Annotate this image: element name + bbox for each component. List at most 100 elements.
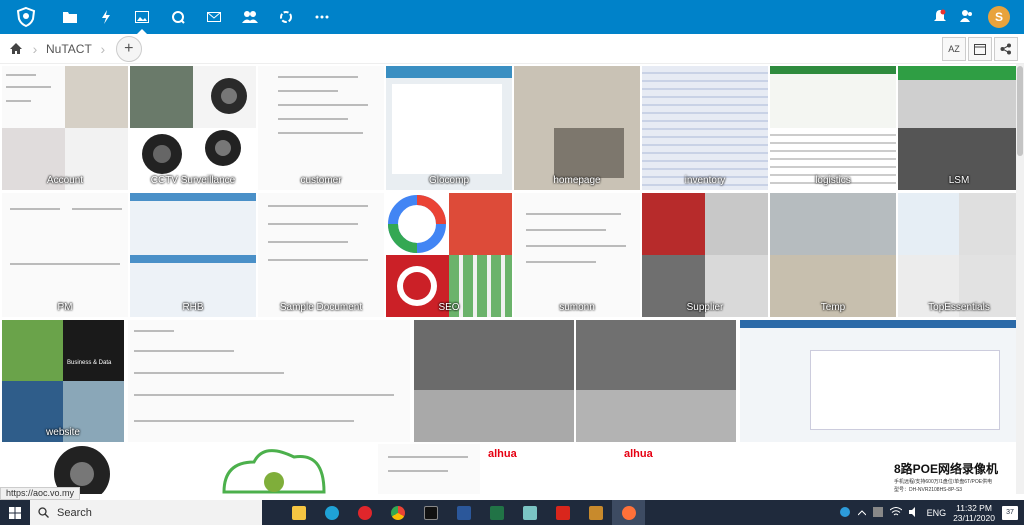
poe-title-text: 8路POE网络录像机: [894, 462, 999, 476]
user-avatar[interactable]: S: [988, 6, 1010, 28]
album-label: Sample Document: [279, 302, 363, 313]
contacts-menu-icon[interactable]: [960, 9, 974, 25]
album-label: Supplier: [686, 302, 724, 313]
more-icon[interactable]: [304, 0, 340, 34]
alhua-text: alhua: [488, 448, 517, 460]
windows-start-icon[interactable]: [0, 500, 30, 525]
album-tile[interactable]: Account: [2, 66, 128, 190]
album-tile[interactable]: logistics: [770, 66, 896, 190]
opera-icon[interactable]: [348, 500, 381, 525]
album-tile[interactable]: TopEssentials: [898, 193, 1020, 317]
contacts-icon[interactable]: [232, 0, 268, 34]
image-tile[interactable]: [378, 444, 480, 494]
breadcrumb: › NuTACT › + AZ: [0, 34, 1024, 64]
album-label: customer: [300, 175, 342, 186]
album-tile[interactable]: Sample Document: [258, 193, 384, 317]
chrome-icon[interactable]: [381, 500, 414, 525]
taskbar-search[interactable]: Search: [30, 500, 262, 525]
sort-name-button[interactable]: AZ: [942, 37, 966, 61]
share-button[interactable]: [994, 37, 1018, 61]
album-tile[interactable]: Supplier: [642, 193, 768, 317]
package-icon[interactable]: [579, 500, 612, 525]
album-tile[interactable]: SEO: [386, 193, 512, 317]
acrobat-icon[interactable]: [546, 500, 579, 525]
terminal-icon[interactable]: [414, 500, 447, 525]
album-tile[interactable]: CCTV Surveillance: [130, 66, 256, 190]
album-tile[interactable]: LSM: [898, 66, 1020, 190]
image-tile[interactable]: [740, 320, 1016, 442]
home-icon[interactable]: [2, 34, 30, 64]
chevron-up-icon[interactable]: [857, 508, 866, 518]
breadcrumb-folder[interactable]: NuTACT: [40, 42, 98, 56]
album-label: homepage: [553, 175, 601, 186]
top-app-bar: S: [0, 0, 1024, 34]
album-tile[interactable]: sumonn: [514, 193, 640, 317]
image-tile[interactable]: [576, 320, 736, 442]
file-explorer-icon[interactable]: [282, 500, 315, 525]
firefox-icon[interactable]: [612, 500, 645, 525]
mail-icon[interactable]: [196, 0, 232, 34]
tray-app-icon[interactable]: [872, 506, 883, 519]
album-label: Glocomp: [428, 175, 469, 186]
volume-icon[interactable]: [908, 506, 920, 519]
album-tile[interactable]: Glocomp: [386, 66, 512, 190]
album-label: sumonn: [559, 302, 595, 313]
album-label: TopEssentials: [928, 302, 990, 313]
image-tile[interactable]: alhua: [482, 444, 614, 494]
scrollbar[interactable]: [1016, 64, 1024, 494]
image-tile[interactable]: alhua: [618, 444, 742, 494]
language-indicator[interactable]: ENG: [927, 508, 947, 518]
nextcloud-logo-icon[interactable]: [0, 0, 52, 34]
album-label: Temp: [820, 302, 846, 313]
add-button[interactable]: +: [115, 35, 142, 62]
clock[interactable]: 11:32 PM 23/11/2020: [953, 503, 995, 523]
windows-taskbar: Search ENG 11:32 PM 23/11/2020 37: [0, 500, 1024, 525]
alhua-text: alhua: [624, 448, 653, 460]
image-tile[interactable]: [128, 320, 410, 442]
edge-icon[interactable]: [315, 500, 348, 525]
poe-model-text: 型号：DH-NVR2108HS-8P-S3: [894, 487, 963, 493]
chevron-right-icon: ›: [32, 40, 38, 57]
network-icon[interactable]: [889, 506, 902, 519]
album-label: inventory: [684, 175, 726, 186]
search-placeholder: Search: [57, 506, 92, 519]
album-tile[interactable]: homepage: [514, 66, 640, 190]
notifications-icon[interactable]: [934, 9, 946, 26]
circles-icon[interactable]: [268, 0, 304, 34]
album-tile[interactable]: Temp: [770, 193, 896, 317]
album-label: SEO: [438, 302, 460, 313]
status-url: https://aoc.vo.my: [0, 487, 81, 500]
image-tile[interactable]: [174, 444, 374, 494]
album-label: logistics: [815, 175, 851, 186]
activity-icon[interactable]: [88, 0, 124, 34]
excel-icon[interactable]: [480, 500, 513, 525]
chevron-right-icon: ›: [100, 40, 106, 57]
calendar-icon: [974, 44, 986, 55]
share-icon: [1000, 43, 1011, 55]
talk-icon[interactable]: [160, 0, 196, 34]
image-tile[interactable]: [414, 320, 574, 442]
sort-date-button[interactable]: [968, 37, 992, 61]
album-label: CCTV Surveillance: [150, 175, 236, 186]
gallery-icon[interactable]: [124, 0, 160, 34]
word-icon[interactable]: [447, 500, 480, 525]
clock-date: 23/11/2020: [953, 512, 995, 523]
album-tile[interactable]: PM: [2, 193, 128, 317]
album-label: website: [46, 427, 80, 438]
weather-icon[interactable]: [839, 506, 851, 520]
files-icon[interactable]: [52, 0, 88, 34]
poe-sub-text: 手机远程/支持600万/1盘位/单盘6T/POE供电: [894, 479, 993, 485]
search-icon: [38, 507, 49, 518]
album-tile[interactable]: RHB: [130, 193, 256, 317]
album-tile[interactable]: Business & Data website: [2, 320, 124, 442]
sort-az-icon: AZ: [948, 44, 960, 54]
business-data-text: Business & Data: [67, 360, 112, 366]
album-label: Account: [46, 175, 84, 186]
album-tile[interactable]: inventory: [642, 66, 768, 190]
album-label: LSM: [948, 175, 970, 186]
notes-icon[interactable]: [513, 500, 546, 525]
clock-time: 11:32 PM: [956, 502, 992, 513]
album-tile[interactable]: customer: [258, 66, 384, 190]
notification-center-icon[interactable]: 37: [1002, 505, 1018, 520]
image-tile[interactable]: 8路POE网络录像机 手机远程/支持600万/1盘位/单盘6T/POE供电 型号…: [884, 444, 1018, 494]
